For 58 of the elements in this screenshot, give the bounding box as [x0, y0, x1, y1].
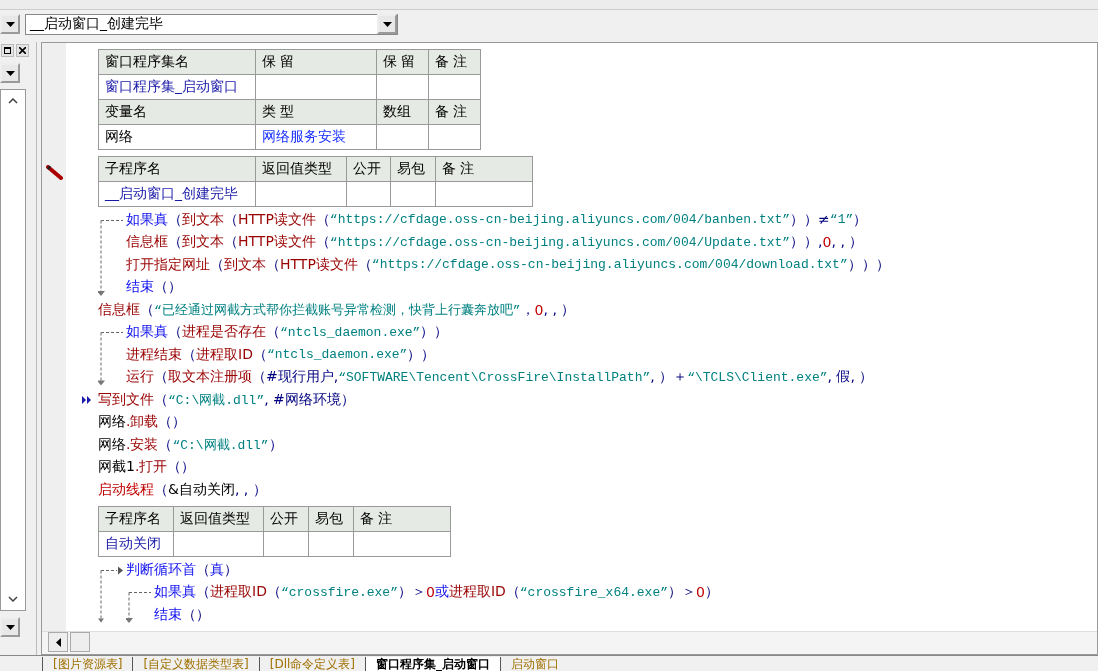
header-cell: 保 留: [255, 49, 377, 75]
pencil-icon: [46, 165, 64, 181]
code-line: 结束（）: [126, 277, 183, 297]
header-cell: 备 注: [435, 156, 533, 182]
header-cell: 子程序名: [98, 506, 174, 532]
code-line: 信息框（到文本（HTTP读文件（“https://cfdage.oss-cn-beijing.aliyuncs.com/004/Update.txt”））,0, , ）: [126, 232, 865, 253]
caret-icon: [5, 624, 15, 630]
scroll-left-button[interactable]: [48, 632, 68, 652]
header-cell: 易包: [390, 156, 436, 182]
dropdown-arrow-icon: [382, 21, 392, 27]
header-cell: 返回值类型: [255, 156, 347, 182]
table-cell: __启动窗口_创建完毕: [98, 181, 256, 207]
code-line: 打开指定网址（到文本（HTTP读文件（“https://cfdage.oss-cn-beijing.aliyuncs.com/004/download.txt”）））: [126, 254, 890, 275]
current-line-arrow-icon: [82, 395, 92, 404]
header-cell: 备 注: [353, 506, 451, 532]
code-line: 网络.卸载（）: [98, 412, 188, 432]
caret-icon: [5, 21, 15, 27]
code-line: 如果真（进程是否存在（“ntcls_daemon.exe”））: [126, 322, 450, 342]
code-line: 判断循环首（真）: [126, 559, 239, 579]
header-cell: 子程序名: [98, 156, 256, 182]
scroll-down-icon[interactable]: [8, 596, 18, 602]
table-cell: 窗口程序集_启动窗口: [98, 74, 256, 100]
tab[interactable]: [图片资源表]: [42, 657, 133, 671]
scroll-up-icon[interactable]: [8, 98, 18, 104]
scroll-thumb[interactable]: [70, 632, 90, 652]
code-line: 网络.安装（“C:\网截.dll”）: [98, 434, 284, 455]
tab[interactable]: 窗口程序集_启动窗口: [365, 657, 501, 671]
dropdown-button[interactable]: [0, 14, 20, 34]
code-line: 如果真（到文本（HTTP读文件（“https://cfdage.oss-cn-beijing.aliyuncs.com/004/banben.txt”））≠“1”）: [126, 209, 869, 230]
header-cell: 公开: [346, 156, 391, 182]
code-line: 运行（取文本注册项（#现行用户,“SOFTWARE\Tencent\CrossFire\InstallPath”, ）＋“\TCLS\Client.exe”, 假, ）: [126, 367, 874, 387]
code-line: 如果真（进程取ID（“crossfire.exe”）＞0或进程取ID（“crossfire_x64.exe”）＞0）: [154, 582, 719, 603]
header-cell: 返回值类型: [173, 506, 264, 532]
maximize-icon[interactable]: [1, 44, 14, 57]
dropdown-button[interactable]: [0, 617, 20, 637]
tab[interactable]: 启动窗口: [500, 657, 570, 671]
table-cell: 网络: [98, 124, 256, 150]
code-line: 启动线程（&自动关闭, , ）: [98, 479, 268, 499]
table-cell: 网络服务安装: [255, 124, 377, 150]
code-line: 信息框（“已经通过网截方式帮你拦截账号异常检测，快背上行囊奔放吧”，0, , ）: [98, 299, 577, 320]
header-cell: 保 留: [376, 49, 429, 75]
close-icon[interactable]: [16, 44, 29, 57]
caret-icon: [5, 70, 15, 76]
code-line: 进程结束（进程取ID（“ntcls_daemon.exe”））: [126, 344, 437, 365]
header-cell: 类 型: [255, 99, 377, 125]
dropdown-button[interactable]: [0, 63, 20, 83]
header-cell: 公开: [263, 506, 309, 532]
header-cell: 变量名: [98, 99, 256, 125]
left-arrow-icon: [55, 637, 61, 647]
tab[interactable]: [自定义数据类型表]: [132, 657, 259, 671]
header-cell: 窗口程序集名: [98, 49, 256, 75]
code-line: 结束（）: [154, 604, 211, 624]
table-cell: 自动关闭: [98, 531, 174, 557]
code-line: 网截1.打开（）: [98, 457, 197, 477]
header-cell: 备 注: [428, 49, 481, 75]
code-line: 写到文件（“C:\网截.dll”, #网络环境）: [82, 388, 890, 412]
routine-dropdown[interactable]: __启动窗口_创建完毕: [25, 13, 398, 35]
header-cell: 易包: [308, 506, 354, 532]
